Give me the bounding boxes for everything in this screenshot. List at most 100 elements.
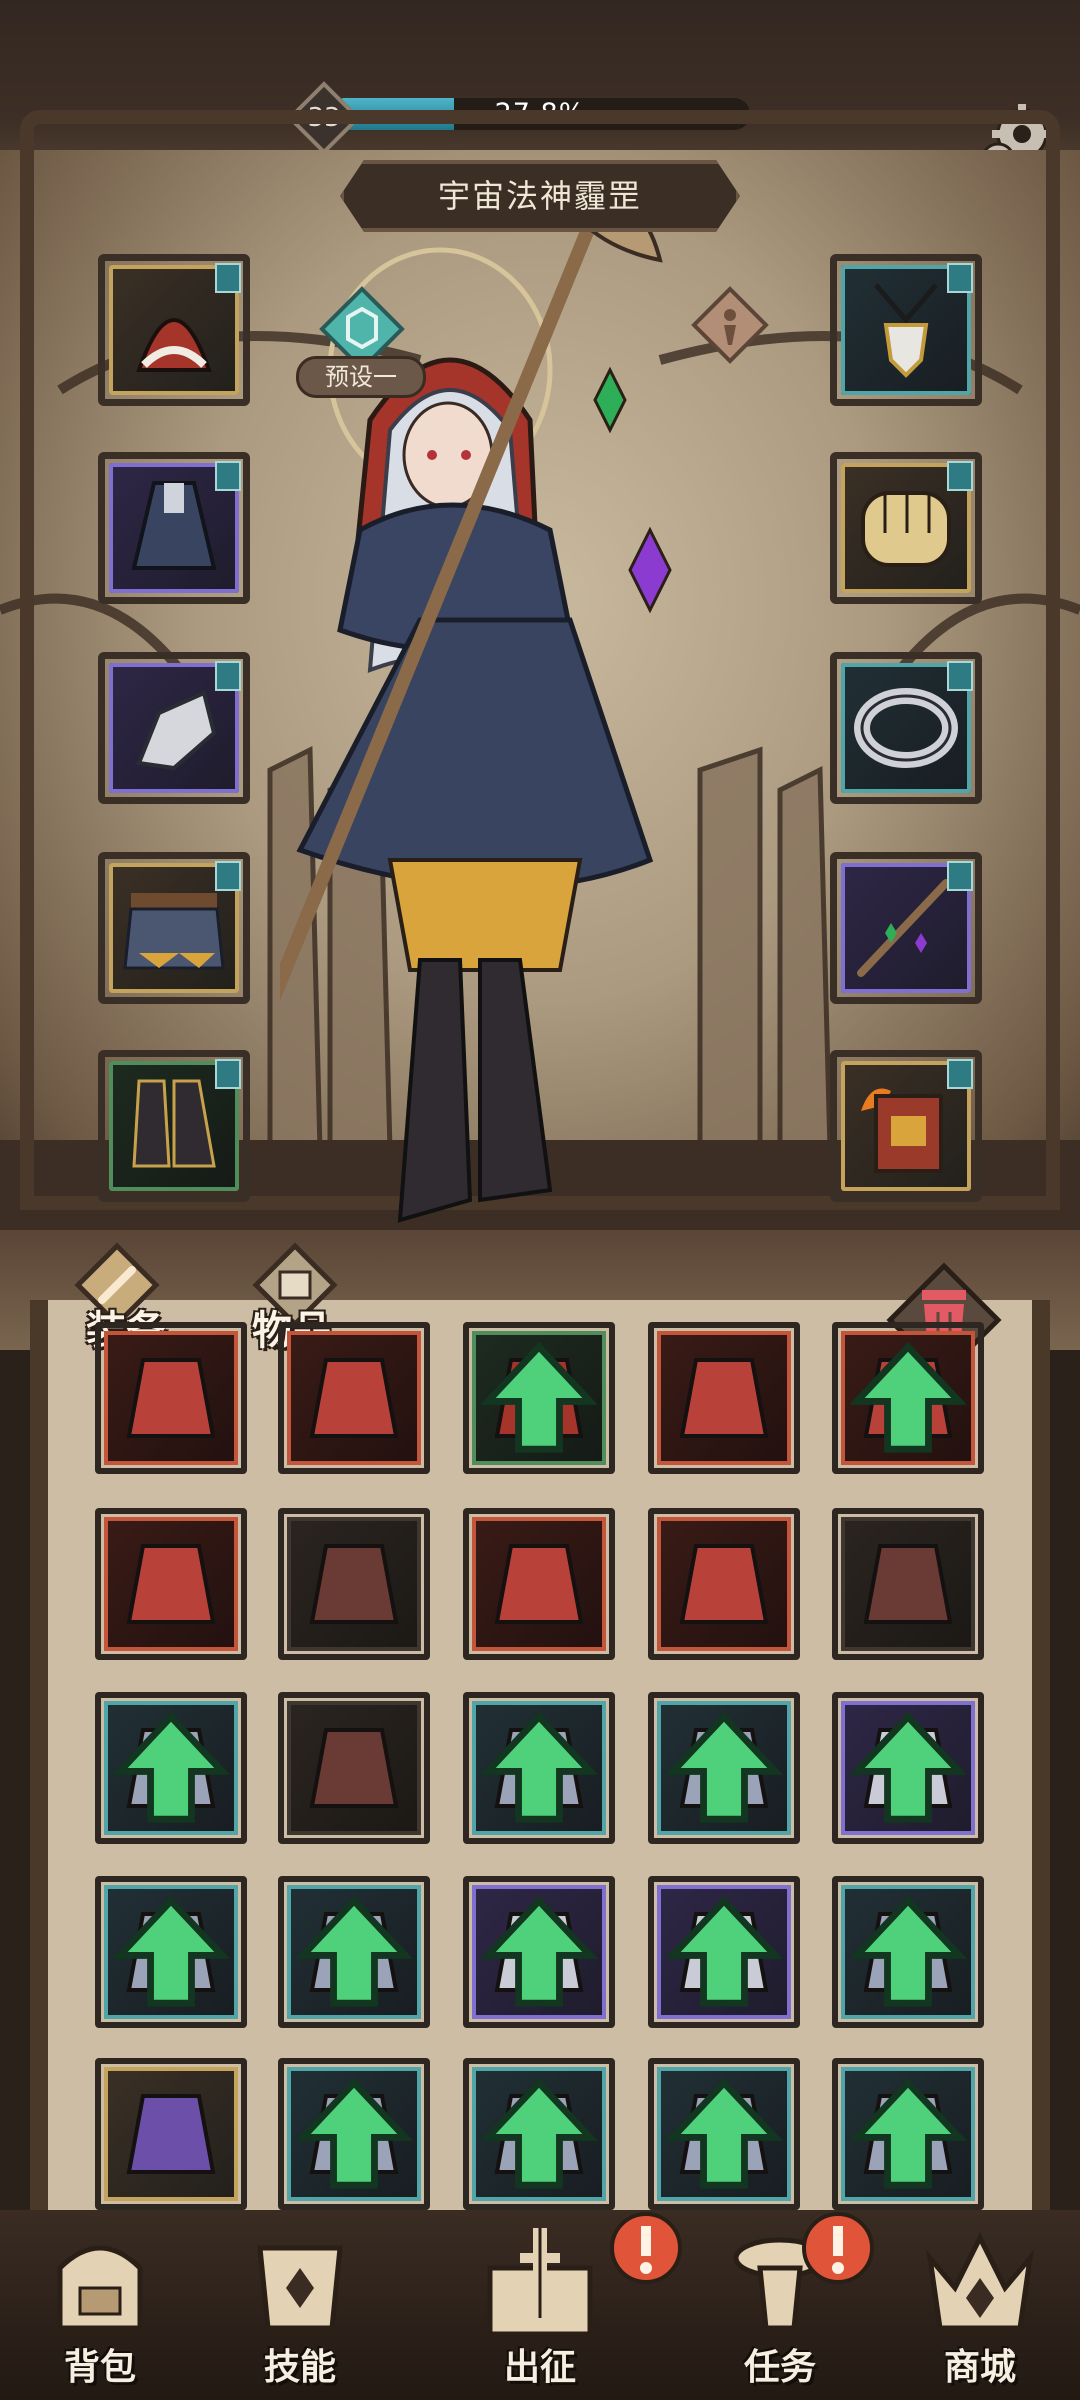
inventory-slot[interactable] <box>648 1876 800 2028</box>
skill-scroll-icon <box>257 2245 343 2331</box>
iron-helm-icon <box>309 1544 399 1624</box>
upgrade-arrow-icon <box>481 2077 597 2189</box>
equipped-tag <box>947 461 973 491</box>
item-shape <box>863 1544 953 1624</box>
inventory-slot[interactable] <box>278 2058 430 2210</box>
black-boots-icon <box>132 1079 216 1168</box>
inventory-slot[interactable] <box>95 1508 247 1660</box>
upgrade-arrow-shape <box>113 1895 229 2007</box>
equip-slot-waist[interactable] <box>98 852 250 1004</box>
inventory-slot[interactable] <box>463 2058 615 2210</box>
nav-label: 技能 <box>263 2347 336 2388</box>
inventory-slot[interactable] <box>832 1876 984 2028</box>
upgrade-arrow-shape <box>113 1711 229 1823</box>
equip-slot-head[interactable] <box>98 254 250 406</box>
class-emblem-icon <box>691 286 769 364</box>
equip-slot-body[interactable] <box>98 452 250 604</box>
nav-label: 背包 <box>63 2347 136 2388</box>
sword-map-icon <box>487 2228 593 2337</box>
silver-ring-icon <box>854 688 958 768</box>
upgrade-arrow-icon <box>296 1895 412 2007</box>
inventory-slot[interactable] <box>463 1322 615 1474</box>
item-shape <box>494 1544 584 1624</box>
inventory-slot[interactable] <box>463 1692 615 1844</box>
inventory-slot[interactable] <box>463 1876 615 2028</box>
upgrade-arrow-shape <box>850 1341 966 1453</box>
upgrade-arrow-shape <box>850 1895 966 2007</box>
backpack-icon <box>57 2245 143 2331</box>
inventory-slot[interactable] <box>278 1322 430 1474</box>
exp-progress-text: 27.8% <box>494 98 586 129</box>
nav-shop[interactable]: 商城 <box>890 2210 1070 2400</box>
steel-gauntlet-icon <box>136 690 217 771</box>
equipped-tag <box>215 661 241 691</box>
equip-slot-ring[interactable] <box>830 652 982 804</box>
upgrade-arrow-shape <box>296 1895 412 2007</box>
equip-slot-feet[interactable] <box>98 1050 250 1202</box>
inventory-slot[interactable] <box>95 1876 247 2028</box>
equipped-tag <box>947 861 973 891</box>
upgrade-arrow-icon <box>666 2077 782 2189</box>
item-shape <box>309 1728 399 1808</box>
inventory-slot[interactable] <box>278 1876 430 2028</box>
expedition-alert-icon <box>610 2212 682 2284</box>
dark-dress-icon <box>131 481 217 570</box>
fire-staff-icon <box>494 1544 584 1624</box>
jeweled-tome-icon <box>126 2094 216 2174</box>
quests-alert-icon <box>802 2212 874 2284</box>
equipped-tag <box>947 263 973 293</box>
item-shape <box>126 1358 216 1438</box>
upgrade-arrow-icon <box>850 1895 966 2007</box>
inventory-slot[interactable] <box>463 1508 615 1660</box>
equip-slot-offhand[interactable] <box>830 452 982 604</box>
red-dagger-icon <box>309 1728 399 1808</box>
inventory-slot[interactable] <box>832 1692 984 1844</box>
nav-expedition[interactable]: 出征 <box>450 2210 630 2400</box>
inventory-slot[interactable] <box>832 1508 984 1660</box>
upgrade-arrow-icon <box>113 1895 229 2007</box>
item-shape <box>309 1358 399 1438</box>
preset-selector[interactable]: 预设一 <box>296 356 426 398</box>
equip-slot-weapon[interactable] <box>830 852 982 1004</box>
inventory-slot[interactable] <box>648 1322 800 1474</box>
upgrade-arrow-shape <box>666 1895 782 2007</box>
player-level: 33 <box>307 103 341 133</box>
inventory-slot[interactable] <box>95 1692 247 1844</box>
pendant-amulet-icon <box>874 283 938 378</box>
red-helm-icon <box>679 1544 769 1624</box>
inventory-slot[interactable] <box>648 1692 800 1844</box>
inventory-slot[interactable] <box>278 1508 430 1660</box>
upgrade-arrow-icon <box>481 1341 597 1453</box>
nav-backpack[interactable]: 背包 <box>10 2210 190 2400</box>
inventory-slot[interactable] <box>278 1692 430 1844</box>
upgrade-arrow-icon <box>666 1711 782 1823</box>
equipped-tag <box>947 661 973 691</box>
wooden-staff-icon <box>857 879 950 977</box>
inventory-slot[interactable] <box>832 2058 984 2210</box>
equip-slot-hands[interactable] <box>98 652 250 804</box>
upgrade-arrow-shape <box>481 1341 597 1453</box>
character-name: 宇宙法神霾罡 <box>437 177 642 215</box>
upgrade-arrow-shape <box>481 1711 597 1823</box>
upgrade-arrow-shape <box>850 2077 966 2189</box>
nav-label: 出征 <box>503 2347 576 2388</box>
nav-skills[interactable]: 技能 <box>210 2210 390 2400</box>
belted-skirt-icon <box>123 893 225 970</box>
item-shape <box>126 2094 216 2174</box>
inventory-slot[interactable] <box>95 1322 247 1474</box>
inventory-slot[interactable] <box>832 1322 984 1474</box>
upgrade-arrow-icon <box>113 1711 229 1823</box>
golden-fist-icon <box>861 491 951 567</box>
inventory-slot[interactable] <box>648 1508 800 1660</box>
equipped-tag <box>215 263 241 293</box>
equip-slot-neck[interactable] <box>830 254 982 406</box>
upgrade-arrow-icon <box>850 2077 966 2189</box>
inventory-slot[interactable] <box>95 2058 247 2210</box>
upgrade-arrow-icon <box>481 1895 597 2007</box>
equip-slot-tome[interactable] <box>830 1050 982 1202</box>
inventory-slot[interactable] <box>648 2058 800 2210</box>
upgrade-arrow-icon <box>850 1341 966 1453</box>
item-shape <box>309 1544 399 1624</box>
flaming-tome-icon <box>861 1088 943 1173</box>
upgrade-arrow-shape <box>850 1711 966 1823</box>
